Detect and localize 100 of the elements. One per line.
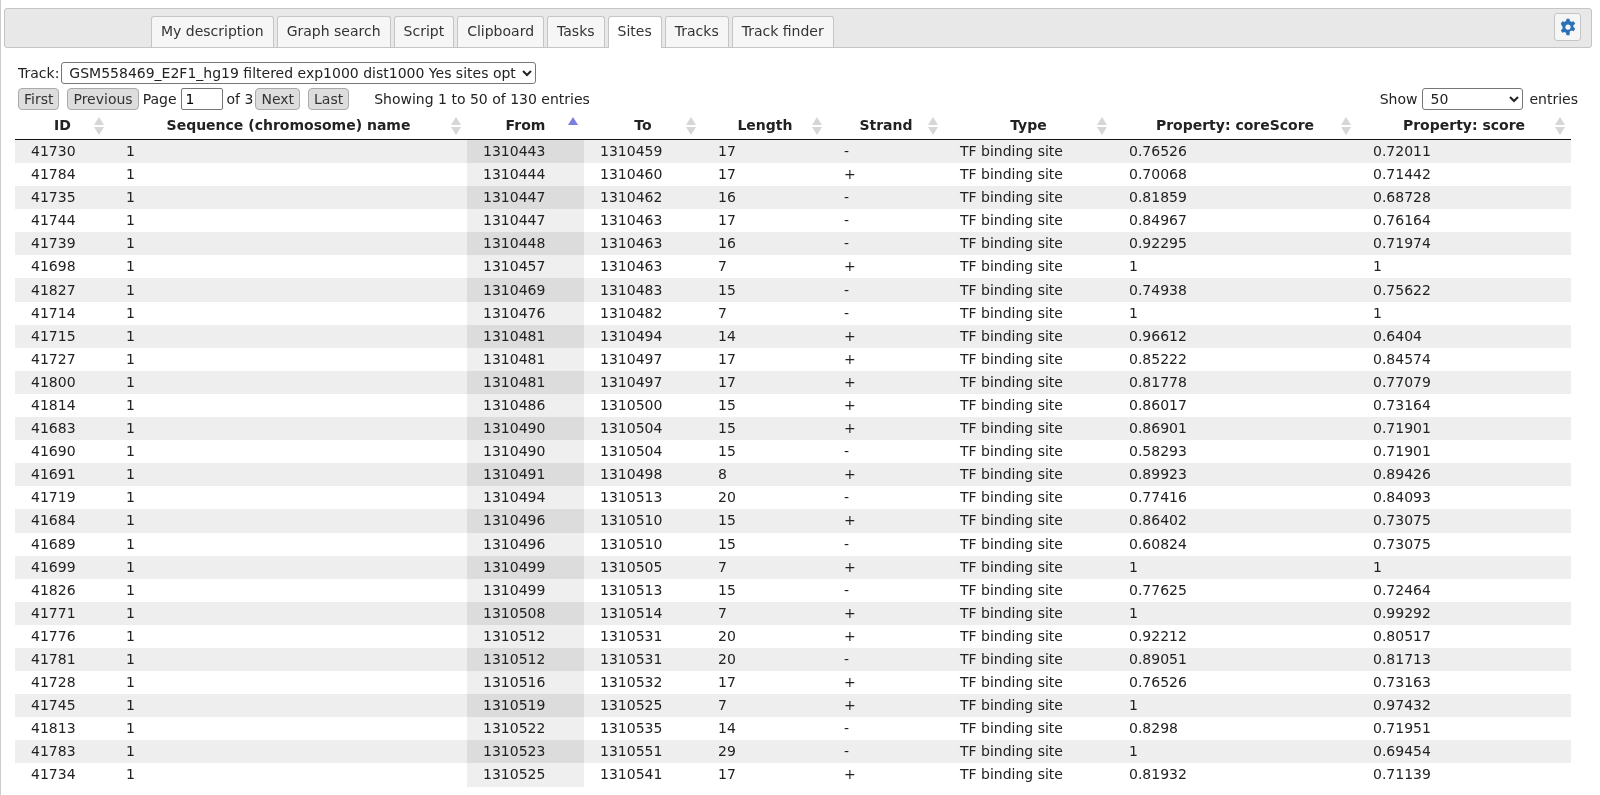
table-cell: 1310460 (584, 163, 702, 187)
table-cell: 1310463 (584, 232, 702, 256)
table-cell: TF binding site (944, 578, 1113, 602)
table-cell: 1 (110, 763, 467, 787)
page-input[interactable]: 1 (180, 88, 223, 110)
sort-icon (451, 117, 461, 135)
table-cell: 1 (110, 324, 467, 348)
table-cell: 41730 (15, 139, 110, 163)
table-cell: 1 (110, 717, 467, 741)
column-header[interactable]: From (467, 113, 584, 140)
table-cell: 1310482 (584, 301, 702, 325)
table-cell: 1310508 (467, 601, 584, 625)
table-cell: 41744 (15, 209, 110, 233)
table-cell: 0.89923 (1113, 463, 1357, 487)
table-cell: TF binding site (944, 647, 1113, 672)
table-cell: 41739 (15, 232, 110, 256)
table-cell: + (828, 255, 944, 279)
column-header[interactable]: Property: coreScore (1113, 113, 1357, 140)
table-cell: 1310481 (467, 347, 584, 371)
table-cell: TF binding site (944, 740, 1113, 764)
table-cell: 0.81778 (1113, 370, 1357, 394)
table-cell: 14 (702, 717, 828, 741)
table-cell: 41691 (15, 463, 110, 487)
tab[interactable]: My description (151, 16, 274, 47)
table-cell: 1310447 (467, 186, 584, 210)
table-cell: - (828, 232, 944, 256)
table-cell: 20 (702, 647, 828, 672)
table-cell: + (828, 694, 944, 718)
table-cell: 1310457 (467, 255, 584, 279)
table-cell: 1310490 (467, 440, 584, 464)
next-button[interactable]: Next (255, 87, 301, 111)
table-cell: 0.81713 (1357, 647, 1571, 672)
table-cell: - (828, 139, 944, 163)
tab[interactable]: Script (393, 16, 455, 47)
table-cell: 7 (702, 255, 828, 279)
tab[interactable]: Sites (607, 16, 662, 48)
table-cell: 0.68728 (1357, 186, 1571, 210)
table-cell: 0.97432 (1357, 694, 1571, 718)
table-cell: 41714 (15, 301, 110, 325)
column-header[interactable]: To (584, 113, 702, 140)
table-cell: 1 (110, 486, 467, 510)
entries-label: entries (1529, 89, 1578, 109)
table-cell: 14 (702, 324, 828, 348)
table-cell: 1 (110, 578, 467, 602)
table-cell: 1310531 (584, 647, 702, 672)
table-cell: 15 (702, 417, 828, 441)
table-cell: 0.71901 (1357, 417, 1571, 441)
table-cell: TF binding site (944, 324, 1113, 348)
table-cell: - (828, 209, 944, 233)
previous-button[interactable]: Previous (67, 87, 139, 111)
table-cell: 1310516 (467, 671, 584, 695)
gear-icon (1558, 18, 1577, 36)
sort-icon (1341, 117, 1351, 135)
table-cell: 0.73164 (1357, 393, 1571, 418)
column-header[interactable]: ID (15, 113, 110, 140)
table-cell: 0.80517 (1357, 624, 1571, 648)
table-cell: 0.74938 (1113, 278, 1357, 302)
table-cell: 1 (110, 417, 467, 441)
first-button[interactable]: First (18, 87, 60, 111)
sort-icon (928, 117, 938, 135)
table-cell: 1310481 (467, 370, 584, 394)
column-header[interactable]: Length (702, 113, 828, 140)
table-cell: + (828, 324, 944, 348)
table-cell: 15 (702, 393, 828, 418)
table-cell: 1310491 (467, 463, 584, 487)
table-cell: 0.92295 (1113, 232, 1357, 256)
tab[interactable]: Graph search (276, 16, 391, 47)
track-label: Track: (18, 63, 60, 83)
table-cell: + (828, 624, 944, 648)
page-size-select[interactable]: 50 (1422, 88, 1524, 110)
table-cell: 1310522 (467, 717, 584, 741)
column-header[interactable]: Sequence (chromosome) name (110, 113, 467, 140)
table-cell: TF binding site (944, 417, 1113, 441)
table-cell: 1 (1357, 301, 1571, 325)
table-cell: 0.92212 (1113, 624, 1357, 648)
table-cell: 1 (1357, 555, 1571, 579)
table-cell: + (828, 763, 944, 787)
column-header[interactable]: Property: score (1357, 113, 1571, 140)
table-cell: TF binding site (944, 209, 1113, 233)
table-cell: 15 (702, 578, 828, 602)
table-cell: - (828, 440, 944, 464)
table-cell: TF binding site (944, 232, 1113, 256)
table-cell: 17 (702, 347, 828, 371)
table-cell: 41781 (15, 647, 110, 672)
entries-info: Showing 1 to 50 of 130 entries (374, 89, 590, 109)
table-cell: 1310494 (467, 486, 584, 510)
column-header[interactable]: Strand (828, 113, 944, 140)
sort-icon (812, 117, 822, 135)
tab[interactable]: Track finder (731, 16, 834, 47)
tab[interactable]: Tracks (664, 16, 729, 47)
table-cell: 1 (1113, 301, 1357, 325)
tab[interactable]: Tasks (547, 16, 605, 47)
last-button[interactable]: Last (308, 87, 350, 111)
column-header[interactable]: Type (944, 113, 1113, 140)
settings-button[interactable] (1554, 13, 1581, 41)
table-cell: 1310500 (584, 393, 702, 418)
track-select[interactable]: GSM558469_E2F1_hg19 filtered exp1000 dist1000 Yes sites opt (61, 62, 537, 84)
tab[interactable]: Clipboard (457, 16, 545, 47)
table-cell: TF binding site (944, 624, 1113, 648)
table-cell: 7 (702, 555, 828, 579)
